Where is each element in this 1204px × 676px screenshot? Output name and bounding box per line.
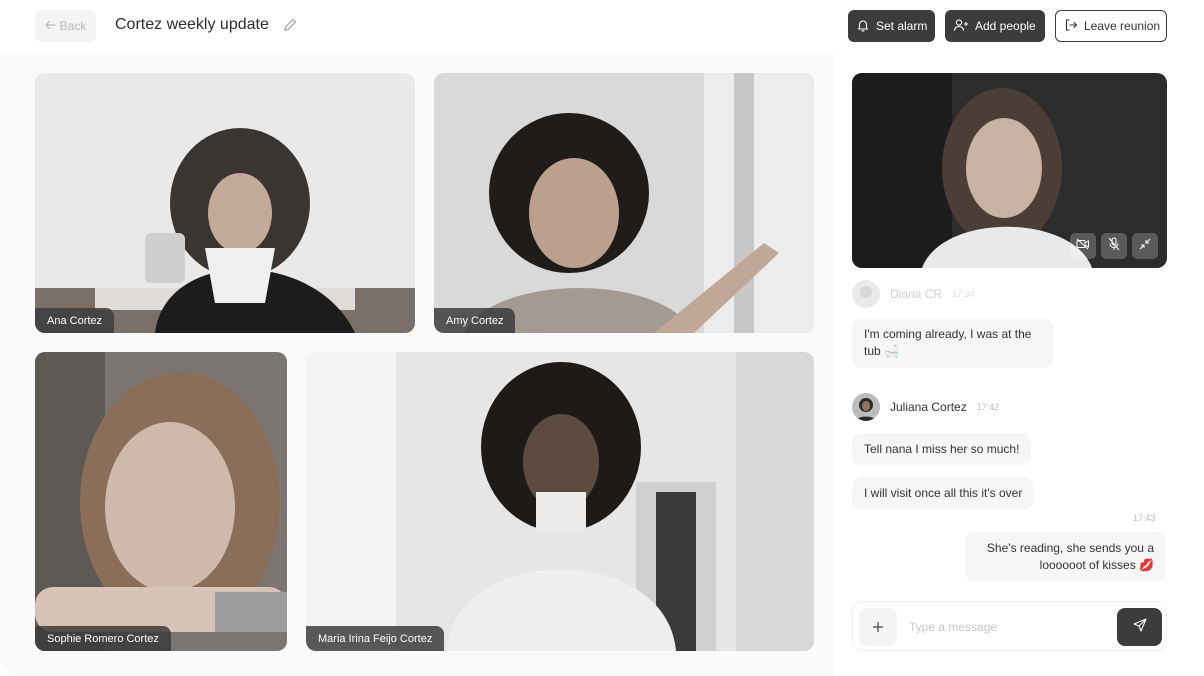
message-input[interactable]: [909, 614, 1109, 640]
participant-video: [306, 352, 814, 651]
message-time: 17:43: [1133, 513, 1156, 523]
avatar: [852, 280, 880, 308]
send-button[interactable]: [1117, 608, 1162, 646]
participant-tile[interactable]: Maria Irina Feijo Cortez: [306, 352, 814, 651]
bell-icon: [856, 18, 870, 35]
participant-tile[interactable]: Ana Cortez: [35, 73, 415, 333]
participant-name: Ana Cortez: [35, 308, 115, 333]
participant-tile[interactable]: Sophie Romero Cortez: [35, 352, 287, 651]
message-bubble: Tell nana I miss her so much!: [852, 433, 1032, 466]
top-bar: Back Cortez weekly update Set alarm Add …: [0, 0, 1204, 54]
mic-toggle-button[interactable]: [1101, 233, 1127, 259]
participant-tile[interactable]: Amy Cortez: [434, 73, 814, 333]
send-icon: [1132, 617, 1147, 637]
arrow-left-icon: [45, 19, 56, 33]
participant-name: Amy Cortez: [434, 308, 516, 333]
message-time: 17:42: [976, 402, 1000, 412]
participant-name: Sophie Romero Cortez: [35, 626, 171, 651]
chat-messages: Diana CR 17:34 I'm coming already, I was…: [834, 268, 1204, 600]
message-bubble: I'm coming already, I was at the tub 🛁: [852, 318, 1053, 368]
sender-name: Juliana Cortez: [890, 400, 967, 414]
camera-toggle-button[interactable]: [1070, 233, 1096, 259]
set-alarm-label: Set alarm: [876, 19, 928, 33]
sender-name: Diana CR: [890, 287, 943, 301]
message-header: Diana CR 17:34: [852, 280, 975, 308]
mic-off-icon: [1108, 237, 1120, 256]
avatar: [852, 393, 880, 421]
leave-reunion-button[interactable]: Leave reunion: [1055, 10, 1167, 42]
participant-video: [434, 73, 814, 333]
set-alarm-button[interactable]: Set alarm: [848, 10, 935, 42]
participant-video: [35, 73, 415, 333]
app-window: Back Cortez weekly update Set alarm Add …: [0, 0, 1204, 676]
minimize-button[interactable]: [1132, 233, 1158, 259]
message-composer: [852, 601, 1167, 651]
plus-icon: [872, 617, 884, 638]
user-plus-icon: [953, 18, 969, 35]
video-off-icon: [1076, 237, 1090, 255]
logout-icon: [1064, 18, 1078, 35]
add-people-button[interactable]: Add people: [945, 10, 1045, 42]
participant-video: [35, 352, 287, 651]
back-button[interactable]: Back: [35, 10, 96, 42]
pencil-icon[interactable]: [282, 17, 298, 33]
attach-button[interactable]: [859, 608, 897, 646]
page-title: Cortez weekly update: [115, 16, 269, 33]
add-people-label: Add people: [975, 19, 1036, 33]
back-label: Back: [59, 19, 87, 33]
message-time: 17:34: [952, 289, 975, 299]
message-bubble-mine: She's reading, she sends you a loooooot …: [965, 532, 1166, 582]
message-header: Juliana Cortez 17:42: [852, 393, 999, 421]
leave-reunion-label: Leave reunion: [1084, 19, 1161, 33]
participant-name: Maria Irina Feijo Cortez: [306, 626, 445, 651]
minimize-icon: [1139, 237, 1151, 255]
message-bubble: I will visit once all this it's over: [852, 477, 1035, 510]
